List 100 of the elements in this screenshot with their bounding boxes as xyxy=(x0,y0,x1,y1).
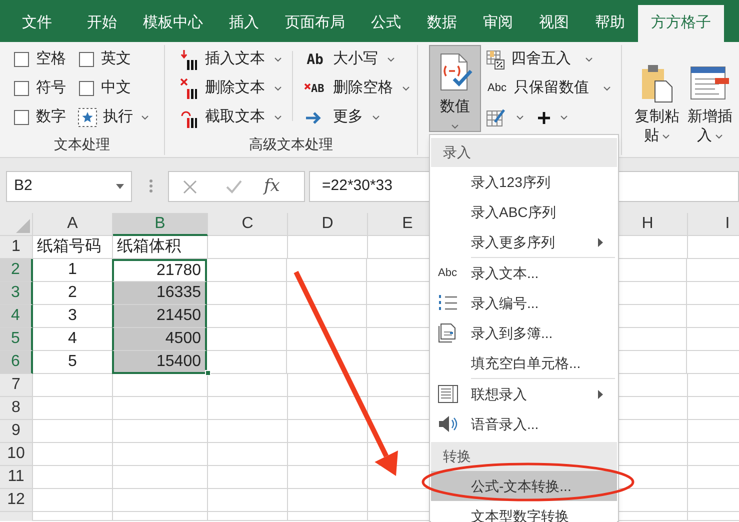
row-header[interactable]: 9 xyxy=(0,420,33,443)
table-cell[interactable] xyxy=(288,489,368,512)
chevron-down-icon xyxy=(662,134,670,139)
table-cell[interactable]: 纸箱号码 xyxy=(33,236,113,259)
row-header[interactable]: 10 xyxy=(0,443,33,466)
table-cell[interactable] xyxy=(288,397,368,420)
table-cell[interactable] xyxy=(33,397,113,420)
submenu-arrow-icon xyxy=(598,390,603,398)
row-header[interactable]: 6 xyxy=(0,351,33,374)
table-cell[interactable] xyxy=(208,466,288,489)
ribbon-button[interactable]: 更多 xyxy=(304,103,380,132)
column-header[interactable]: A xyxy=(33,213,113,236)
checkbox[interactable]: 符号 xyxy=(14,74,79,103)
table-cell[interactable] xyxy=(207,328,287,351)
row-header[interactable]: 1 xyxy=(0,236,33,259)
menu-item[interactable]: 公式-文本转换... xyxy=(431,471,617,501)
name-box[interactable]: B2 xyxy=(6,171,132,202)
table-cell[interactable] xyxy=(113,443,208,466)
table-cell[interactable] xyxy=(287,305,367,328)
table-cell[interactable] xyxy=(208,489,288,512)
table-cell[interactable] xyxy=(33,420,113,443)
ribbon-tab[interactable]: 帮助 xyxy=(582,5,638,42)
values-button[interactable]: 数值 xyxy=(429,45,481,132)
ribbon-button[interactable]: 复制粘贴 xyxy=(633,45,681,155)
table-cell[interactable] xyxy=(113,489,208,512)
checkbox[interactable]: 数字 xyxy=(14,103,79,132)
table-cell[interactable]: 15400 xyxy=(112,351,207,374)
ribbon-tab[interactable]: 审阅 xyxy=(470,5,526,42)
run-button[interactable]: 执行 xyxy=(79,103,164,132)
checkbox[interactable]: 中文 xyxy=(79,74,164,103)
table-cell[interactable] xyxy=(208,236,288,259)
column-header[interactable]: I xyxy=(688,213,739,236)
ribbon-tab[interactable]: 插入 xyxy=(216,5,272,42)
column-header[interactable]: D xyxy=(288,213,368,236)
insert-function-button[interactable]: fx xyxy=(264,174,280,200)
ribbon-tab[interactable]: 公式 xyxy=(358,5,414,42)
table-cell[interactable] xyxy=(208,420,288,443)
table-cell[interactable] xyxy=(33,512,113,521)
row-header[interactable]: 4 xyxy=(0,305,33,328)
table-cell[interactable] xyxy=(208,397,288,420)
table-cell[interactable] xyxy=(287,282,367,305)
ribbon-button[interactable]: Abc 只保留数值 xyxy=(486,74,611,103)
column-header[interactable]: C xyxy=(208,213,288,236)
table-cell[interactable] xyxy=(33,466,113,489)
ribbon-tab[interactable]: 数据 xyxy=(414,5,470,42)
ribbon-tab[interactable]: 开始 xyxy=(74,5,130,42)
ribbon-tab[interactable]: 模板中心 xyxy=(130,5,216,42)
row-header[interactable]: 8 xyxy=(0,397,33,420)
ribbon-button[interactable]: 四舍五入 xyxy=(486,45,593,74)
table-cell[interactable] xyxy=(288,374,368,397)
ribbon-tab[interactable]: 页面布局 xyxy=(272,5,358,42)
table-cell[interactable] xyxy=(288,236,368,259)
table-cell[interactable] xyxy=(33,443,113,466)
ribbon-button[interactable]: AB 删除空格 xyxy=(304,74,410,103)
select-all-icon[interactable] xyxy=(16,219,30,233)
table-cell[interactable] xyxy=(113,420,208,443)
row-header[interactable]: 7 xyxy=(0,374,33,397)
table-cell[interactable] xyxy=(113,466,208,489)
table-cell[interactable] xyxy=(287,259,367,282)
table-cell[interactable] xyxy=(288,420,368,443)
table-cell[interactable] xyxy=(287,351,367,374)
ribbon-tab[interactable]: 视图 xyxy=(526,5,582,42)
row-header[interactable]: 2 xyxy=(0,259,33,282)
table-cell[interactable] xyxy=(207,305,287,328)
row-header[interactable]: 3 xyxy=(0,282,33,305)
table-cell[interactable]: 4500 xyxy=(112,328,207,351)
table-cell[interactable] xyxy=(287,328,367,351)
table-cell[interactable] xyxy=(207,259,287,282)
checkbox[interactable]: 英文 xyxy=(79,45,164,74)
table-cell[interactable] xyxy=(288,466,368,489)
table-cell[interactable] xyxy=(288,512,368,521)
column-header[interactable]: B xyxy=(113,213,208,236)
table-cell[interactable] xyxy=(288,443,368,466)
table-cell[interactable] xyxy=(33,489,113,512)
table-cell[interactable]: 纸箱体积 xyxy=(113,236,208,259)
row-header[interactable] xyxy=(0,512,33,521)
ribbon-button[interactable]: 删除文本 xyxy=(180,74,282,103)
checkbox[interactable]: 空格 xyxy=(14,45,79,74)
table-cell[interactable] xyxy=(113,374,208,397)
table-cell[interactable] xyxy=(33,374,113,397)
table-cell[interactable]: 16335 xyxy=(112,282,207,305)
table-cell[interactable]: 21780 xyxy=(112,259,207,282)
fill-handle[interactable] xyxy=(205,370,211,376)
table-cell[interactable] xyxy=(113,512,208,521)
table-cell[interactable] xyxy=(113,397,208,420)
enter-button[interactable] xyxy=(226,178,244,194)
table-cell[interactable] xyxy=(207,282,287,305)
ribbon-button[interactable]: 截取文本 xyxy=(180,103,282,132)
row-header[interactable]: 12 xyxy=(0,489,33,512)
table-cell[interactable]: 21450 xyxy=(112,305,207,328)
row-header[interactable]: 11 xyxy=(0,466,33,489)
ribbon-tab[interactable]: 方方格子 xyxy=(638,5,724,42)
ribbon-tab[interactable]: 文件 xyxy=(9,5,65,42)
table-cell[interactable] xyxy=(208,443,288,466)
ribbon-button[interactable]: Ab 大小写 xyxy=(304,45,395,74)
row-header[interactable]: 5 xyxy=(0,328,33,351)
ribbon-button[interactable]: 新增插入 xyxy=(685,45,735,155)
ribbon-button[interactable]: 插入文本 xyxy=(180,45,282,74)
table-cell[interactable] xyxy=(208,512,288,521)
cancel-button[interactable] xyxy=(183,178,199,194)
